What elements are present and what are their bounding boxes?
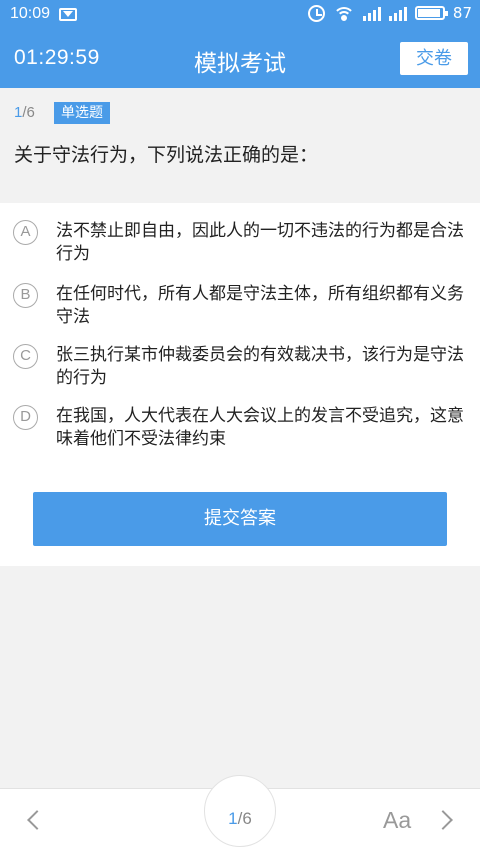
- wifi-icon: [332, 5, 355, 21]
- page-indicator[interactable]: 1/6: [204, 775, 276, 847]
- status-bar: 10:09 87: [0, 0, 480, 30]
- option-a-text: 法不禁止即自由，因此人的一切不违法的行为都是合法行为: [56, 221, 464, 264]
- status-icons: 87: [307, 4, 472, 22]
- chevron-right-icon[interactable]: [433, 810, 453, 830]
- option-a-marker: A: [13, 220, 38, 245]
- question-header: 1/6 单选题 关于守法行为，下列说法正确的是：: [0, 88, 480, 203]
- submit-paper-button[interactable]: 交卷: [400, 42, 468, 75]
- option-d-text: 在我国，人大代表在人大会议上的发言不受追究，这意味着他们不受法律约束: [56, 406, 464, 449]
- option-b-marker: B: [13, 283, 38, 308]
- option-c-text: 张三执行某市仲裁委员会的有效裁决书，该行为是守法的行为: [56, 345, 464, 388]
- question-number: 1/6: [14, 104, 35, 121]
- question-type-badge: 单选题: [54, 102, 110, 124]
- battery-icon: [414, 6, 448, 20]
- options-panel: A 法不禁止即自由，因此人的一切不违法的行为都是合法行为 B 在任何时代，所有人…: [0, 203, 480, 566]
- app-bar: 01:29:59 模拟考试 交卷: [0, 30, 480, 88]
- question-text: 关于守法行为，下列说法正确的是：: [14, 144, 319, 166]
- option-c-marker: C: [13, 344, 38, 369]
- alarm-icon: [307, 4, 325, 22]
- signal-icon: [362, 5, 381, 21]
- battery-level: 87: [452, 4, 472, 22]
- option-b-text: 在任何时代，所有人都是守法主体，所有组织都有义务守法: [56, 284, 464, 327]
- font-size-button[interactable]: Aa: [383, 807, 411, 834]
- status-time: 10:09: [10, 5, 51, 22]
- option-d-marker: D: [13, 405, 38, 430]
- message-icon: [59, 8, 77, 21]
- chevron-left-icon[interactable]: [27, 810, 47, 830]
- submit-answer-button[interactable]: 提交答案: [33, 492, 447, 546]
- signal-4g-icon: [388, 5, 407, 21]
